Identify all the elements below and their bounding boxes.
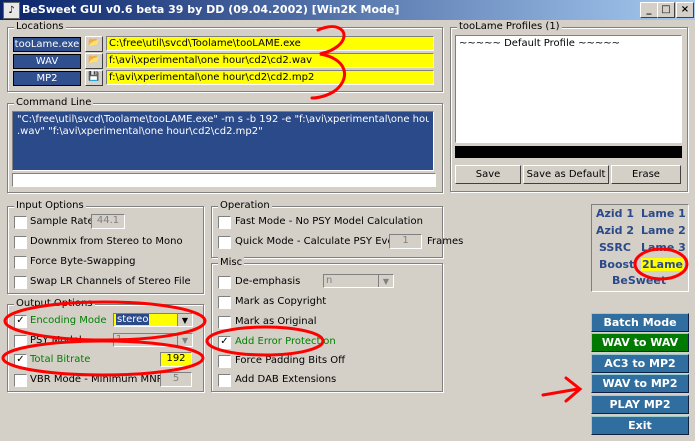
mp2-path-field[interactable]: f:\avi\xperimental\one hour\cd2\cd2.mp2	[106, 70, 434, 85]
save-disk-icon[interactable]: 💾	[85, 70, 103, 86]
quick-mode-field[interactable]: 1	[389, 234, 422, 249]
swap-lr-checkbox[interactable]	[14, 276, 27, 289]
total-bitrate-label: Total Bitrate	[30, 354, 91, 365]
vbr-mode-checkbox[interactable]	[14, 374, 27, 387]
sample-rate-field[interactable]: 44.1	[91, 214, 125, 229]
operation-label: Operation	[218, 200, 272, 211]
ac3-to-mp2-button[interactable]: AC3 to MP2	[591, 354, 689, 373]
mp2-button[interactable]: MP2	[13, 71, 81, 86]
nav-azid2[interactable]: Azid 2	[596, 224, 634, 237]
original-checkbox[interactable]	[218, 316, 231, 329]
folder-open-icon[interactable]: 📂	[85, 36, 103, 52]
nav-ssrc[interactable]: SSRC	[599, 241, 631, 254]
psy-model-select[interactable]: 1 ▼	[113, 333, 193, 347]
command-line-2: .wav" "f:\avi\xperimental\one hour\cd2\c…	[17, 126, 263, 137]
sample-rate-checkbox[interactable]	[14, 216, 27, 229]
de-emphasis-select[interactable]: n ▼	[323, 274, 394, 288]
chevron-down-icon[interactable]: ▼	[378, 275, 393, 287]
play-mp2-button[interactable]: PLAY MP2	[591, 395, 689, 414]
psy-model-value: 1	[116, 334, 123, 345]
psy-model-label: PSY Model	[30, 335, 82, 346]
padding-label: Force Padding Bits Off	[235, 355, 345, 366]
vbr-mode-label: VBR Mode - Minimum MNR =	[30, 374, 176, 385]
fast-mode-label: Fast Mode - No PSY Model Calculation	[235, 216, 423, 227]
nav-boost[interactable]: Boost	[599, 258, 634, 271]
batch-mode-button[interactable]: Batch Mode	[591, 313, 689, 332]
wav-path-field[interactable]: f:\avi\xperimental\one hour\cd2\cd2.wav	[106, 53, 434, 68]
title-bar: ♪ BeSweet GUI v0.6 beta 39 by DD (09.04.…	[0, 0, 695, 20]
command-line-text[interactable]: "C:\free\util\svcd\Toolame\tooLAME.exe" …	[12, 111, 434, 171]
input-options-label: Input Options	[14, 200, 86, 211]
wav-to-wav-button[interactable]: WAV to WAV	[591, 333, 689, 352]
psy-model-checkbox[interactable]	[14, 335, 27, 348]
misc-label: Misc	[218, 257, 245, 268]
fast-mode-checkbox[interactable]	[218, 216, 231, 229]
profile-name-field[interactable]	[455, 146, 682, 158]
quick-mode-checkbox[interactable]	[218, 236, 231, 249]
original-label: Mark as Original	[235, 316, 317, 327]
total-bitrate-field[interactable]: 192	[160, 352, 192, 367]
output-options-label: Output Options	[14, 298, 95, 309]
window-title: BeSweet GUI v0.6 beta 39 by DD (09.04.20…	[22, 3, 400, 16]
force-byte-label: Force Byte-Swapping	[30, 256, 136, 267]
error-protection-checkbox[interactable]: ✓	[218, 336, 231, 349]
command-line-1: "C:\free\util\svcd\Toolame\tooLAME.exe" …	[17, 114, 429, 125]
nav-azid1[interactable]: Azid 1	[596, 207, 634, 220]
swap-lr-label: Swap LR Channels of Stereo File	[30, 276, 191, 287]
chevron-down-icon[interactable]: ▼	[177, 334, 192, 346]
quick-mode-label: Quick Mode - Calculate PSY Every	[235, 236, 404, 247]
de-emphasis-value: n	[326, 275, 333, 286]
copyright-label: Mark as Copyright	[235, 296, 327, 307]
toolame-exe-button[interactable]: tooLame.exe	[13, 37, 81, 52]
locations-label: Locations	[14, 21, 66, 32]
sample-rate-label: Sample Rate	[30, 216, 94, 227]
arrow-head	[564, 376, 583, 403]
encoding-mode-label: Encoding Mode	[30, 315, 107, 326]
error-protection-label: Add Error Protection	[235, 336, 336, 347]
frames-label: Frames	[427, 236, 464, 247]
nav-lame2[interactable]: Lame 2	[641, 224, 686, 237]
save-default-button[interactable]: Save as Default	[523, 165, 609, 184]
toolame-path-field[interactable]: C:\free\util\svcd\Toolame\tooLAME.exe	[106, 36, 434, 51]
vbr-mode-field[interactable]: 5	[160, 372, 192, 387]
dab-label: Add DAB Extensions	[235, 374, 337, 385]
profile-item[interactable]: ~~~~~ Default Profile ~~~~~	[459, 38, 620, 49]
copyright-checkbox[interactable]	[218, 296, 231, 309]
wav-to-mp2-button[interactable]: WAV to MP2	[591, 374, 689, 393]
command-line-input[interactable]	[12, 173, 436, 187]
maximize-button[interactable]: □	[657, 2, 675, 18]
wav-button[interactable]: WAV	[13, 54, 81, 69]
force-byte-checkbox[interactable]	[14, 256, 27, 269]
arrow-shaft	[541, 387, 580, 397]
encoding-mode-checkbox[interactable]: ✓	[14, 315, 27, 328]
downmix-label: Downmix from Stereo to Mono	[30, 236, 183, 247]
nav-lame1[interactable]: Lame 1	[641, 207, 686, 220]
folder-open-icon[interactable]: 📂	[85, 53, 103, 69]
exit-button[interactable]: Exit	[591, 416, 689, 435]
encoding-mode-select[interactable]: stereo ▼	[113, 313, 193, 327]
nav-lame3[interactable]: Lame 3	[641, 241, 686, 254]
close-button[interactable]: ×	[676, 2, 694, 18]
save-profile-button[interactable]: Save	[455, 165, 521, 184]
command-line-label: Command Line	[14, 97, 94, 108]
de-emphasis-label: De-emphasis	[235, 276, 301, 287]
profiles-list[interactable]: ~~~~~ Default Profile ~~~~~	[455, 35, 682, 143]
nav-2lame[interactable]: 2Lame	[641, 258, 685, 271]
de-emphasis-checkbox[interactable]	[218, 276, 231, 289]
encoding-mode-value: stereo	[116, 314, 150, 325]
dab-checkbox[interactable]	[218, 374, 231, 387]
chevron-down-icon[interactable]: ▼	[177, 314, 192, 326]
operation-group: Operation	[211, 200, 443, 258]
profiles-label: tooLame Profiles (1)	[457, 21, 562, 32]
erase-profile-button[interactable]: Erase	[611, 165, 681, 184]
nav-besweet[interactable]: BeSweet	[612, 274, 666, 287]
padding-checkbox[interactable]	[218, 355, 231, 368]
downmix-checkbox[interactable]	[14, 236, 27, 249]
minimize-button[interactable]: _	[640, 2, 658, 18]
app-icon: ♪	[3, 2, 20, 19]
total-bitrate-checkbox[interactable]: ✓	[14, 354, 27, 367]
